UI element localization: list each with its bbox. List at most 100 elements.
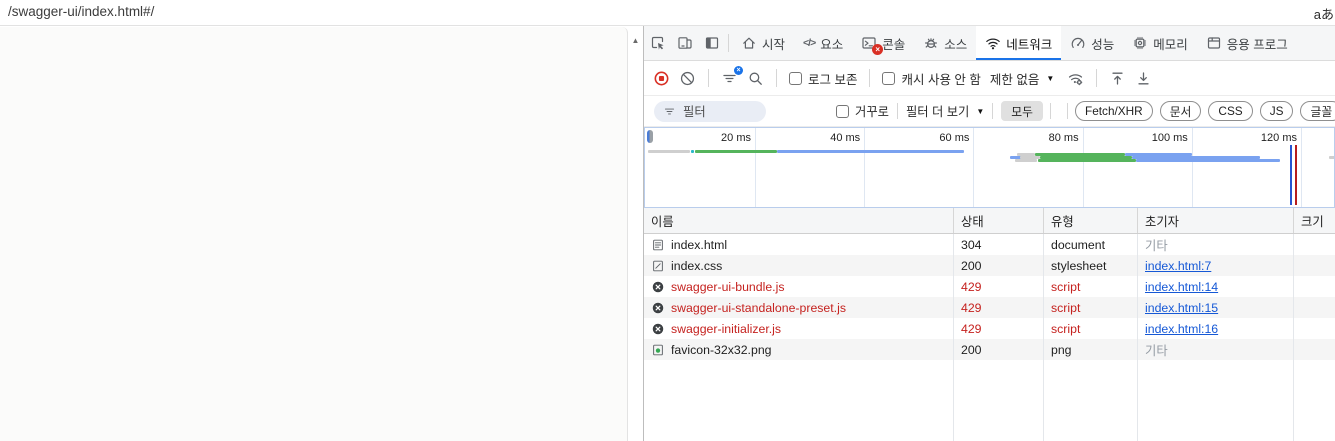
column-header[interactable]: 크기 xyxy=(1294,208,1335,233)
tab-application[interactable]: 응용 프로그 xyxy=(1197,26,1297,60)
request-name-cell[interactable]: favicon-32x32.png xyxy=(644,339,954,360)
status-value: 200 xyxy=(961,342,982,357)
invert-label: 거꾸로 xyxy=(855,105,889,119)
throttling-value: 제한 없음 xyxy=(989,72,1040,87)
memory-icon xyxy=(1132,35,1148,51)
page-content-area xyxy=(0,27,628,441)
import-har-button[interactable] xyxy=(1109,70,1126,87)
tab-label: 콘솔 xyxy=(882,37,906,52)
table-empty-area xyxy=(644,360,1335,441)
divider xyxy=(992,103,994,119)
status-cell: 200 xyxy=(954,339,1044,360)
scroll-up-icon[interactable]: ▲ xyxy=(628,27,643,45)
clear-network-log-button[interactable] xyxy=(679,70,696,87)
tab-label: 성능 xyxy=(1091,37,1115,52)
initiator-link[interactable]: index.html:15 xyxy=(1145,301,1218,315)
network-request-row[interactable]: swagger-ui-standalone-preset.js 429 script… xyxy=(644,297,1335,318)
size-cell xyxy=(1294,276,1335,297)
filter-active-badge: × xyxy=(734,65,743,75)
request-name-cell[interactable]: swagger-initializer.js xyxy=(644,318,954,339)
throttling-dropdown[interactable]: 제한 없음 ▼ xyxy=(990,69,1054,88)
column-header[interactable]: 상태 xyxy=(954,208,1044,233)
invert-filter-checkbox[interactable]: 거꾸로 xyxy=(836,102,889,120)
waterfall-bar-blue xyxy=(1136,159,1281,162)
network-toolbar: × 로그 보존 캐시 사용 안 함 제한 없음 ▼ xyxy=(644,61,1335,96)
dock-side-button[interactable] xyxy=(698,26,725,60)
device-emulation-icon xyxy=(677,35,693,51)
timeline-tick-label: 100 ms xyxy=(1151,132,1188,144)
initiator-link[interactable]: index.html:7 xyxy=(1145,259,1211,273)
request-name: swagger-initializer.js xyxy=(671,321,782,336)
size-cell xyxy=(1294,255,1335,276)
column-header[interactable]: 초기자 xyxy=(1138,208,1294,233)
divider xyxy=(896,103,898,119)
tab-network[interactable]: 네트워크 xyxy=(976,26,1062,60)
request-name-cell[interactable]: swagger-ui-bundle.js xyxy=(644,276,954,297)
tab-memory[interactable]: 메모리 xyxy=(1123,26,1197,60)
tab-performance[interactable]: 성능 xyxy=(1061,26,1123,60)
network-conditions-button[interactable] xyxy=(1067,70,1084,87)
tab-label: 메모리 xyxy=(1153,37,1188,52)
table-header-row: 이름 상태 유형 초기자 크기 xyxy=(644,208,1335,234)
timeline-tick-label: 40 ms xyxy=(830,132,861,144)
preserve-log-checkbox[interactable]: 로그 보존 xyxy=(789,69,857,88)
checkbox[interactable] xyxy=(789,71,802,85)
page-scrollbar[interactable]: ▲ xyxy=(628,27,643,441)
record-network-log-button[interactable] xyxy=(653,70,670,87)
waterfall-bar-gray xyxy=(1328,156,1334,159)
tab-home[interactable]: 시작 xyxy=(732,26,794,60)
table-body: index.html 304 document 기타 index.css 200 style… xyxy=(644,234,1335,360)
waterfall-bar-gray xyxy=(1014,159,1037,162)
stylesheet-icon xyxy=(651,259,665,273)
checkbox[interactable] xyxy=(836,104,849,118)
image-icon xyxy=(651,343,665,357)
chip-문서[interactable]: 문서 xyxy=(1159,101,1202,121)
request-name-cell[interactable]: index.html xyxy=(644,234,954,255)
network-request-row[interactable]: favicon-32x32.png 200 png 기타 xyxy=(644,339,1335,360)
initiator-link[interactable]: index.html:16 xyxy=(1145,322,1218,336)
type-cell: png xyxy=(1044,339,1138,360)
type-value: stylesheet xyxy=(1051,258,1107,273)
disable-cache-checkbox[interactable]: 캐시 사용 안 함 xyxy=(882,69,981,88)
chip-fetch-xhr[interactable]: Fetch/XHR xyxy=(1075,101,1153,121)
initiator-link[interactable]: index.html:14 xyxy=(1145,280,1218,294)
filter-input[interactable]: 필터 xyxy=(654,100,766,122)
search-button[interactable] xyxy=(747,70,764,87)
request-name-cell[interactable]: swagger-ui-standalone-preset.js xyxy=(644,297,954,318)
overview-scroll-handle[interactable] xyxy=(647,130,653,143)
status-cell: 429 xyxy=(954,318,1044,339)
network-request-row[interactable]: index.html 304 document 기타 xyxy=(644,234,1335,255)
filter-toggle-button[interactable]: × xyxy=(721,65,743,87)
more-filters-dropdown[interactable]: 필터 더 보기 ▼ xyxy=(906,102,984,120)
network-request-row[interactable]: index.css 200 stylesheet index.html:7 xyxy=(644,255,1335,276)
tab-console[interactable]: × 콘솔 xyxy=(852,26,914,60)
network-request-row[interactable]: swagger-initializer.js 429 script index.htm… xyxy=(644,318,1335,339)
chip-모두[interactable]: 모두 xyxy=(1001,101,1043,121)
tab-label: 네트워크 xyxy=(1006,37,1053,52)
timeline-gridline xyxy=(864,128,866,207)
status-value: 429 xyxy=(961,279,982,294)
devtools-tabbar: 시작 </> 요소 × 콘솔 소스 네트워크 성능 메모리 응용 프로그 xyxy=(644,26,1335,61)
page-url[interactable]: /swagger-ui/index.html#/ xyxy=(8,4,154,19)
dom-content-loaded-event-line xyxy=(1290,145,1293,205)
request-name-cell[interactable]: index.css xyxy=(644,255,954,276)
dock-left-icon xyxy=(704,35,720,51)
application-icon xyxy=(1206,35,1222,51)
device-toolbar-button[interactable] xyxy=(671,26,698,60)
inspect-element-button[interactable] xyxy=(644,26,671,60)
tab-sources[interactable]: 소스 xyxy=(914,26,976,60)
checkbox[interactable] xyxy=(882,71,896,85)
console-error-badge: × xyxy=(872,44,884,55)
size-cell xyxy=(1294,234,1335,255)
chip-css[interactable]: CSS xyxy=(1208,101,1253,121)
chip-js[interactable]: JS xyxy=(1259,101,1294,121)
network-overview-timeline[interactable]: 20 ms 40 ms 60 ms 80 ms 100 ms 120 ms xyxy=(644,127,1335,208)
network-request-row[interactable]: swagger-ui-bundle.js 429 script index.html:… xyxy=(644,276,1335,297)
export-har-button[interactable] xyxy=(1135,70,1152,87)
filter-placeholder: 필터 xyxy=(683,105,706,119)
column-header[interactable]: 유형 xyxy=(1044,208,1138,233)
request-name: swagger-ui-bundle.js xyxy=(671,279,785,294)
chip-글꼴[interactable]: 글꼴 xyxy=(1300,101,1335,121)
column-header[interactable]: 이름 xyxy=(644,208,954,233)
tab-elements[interactable]: </> 요소 xyxy=(794,26,852,60)
